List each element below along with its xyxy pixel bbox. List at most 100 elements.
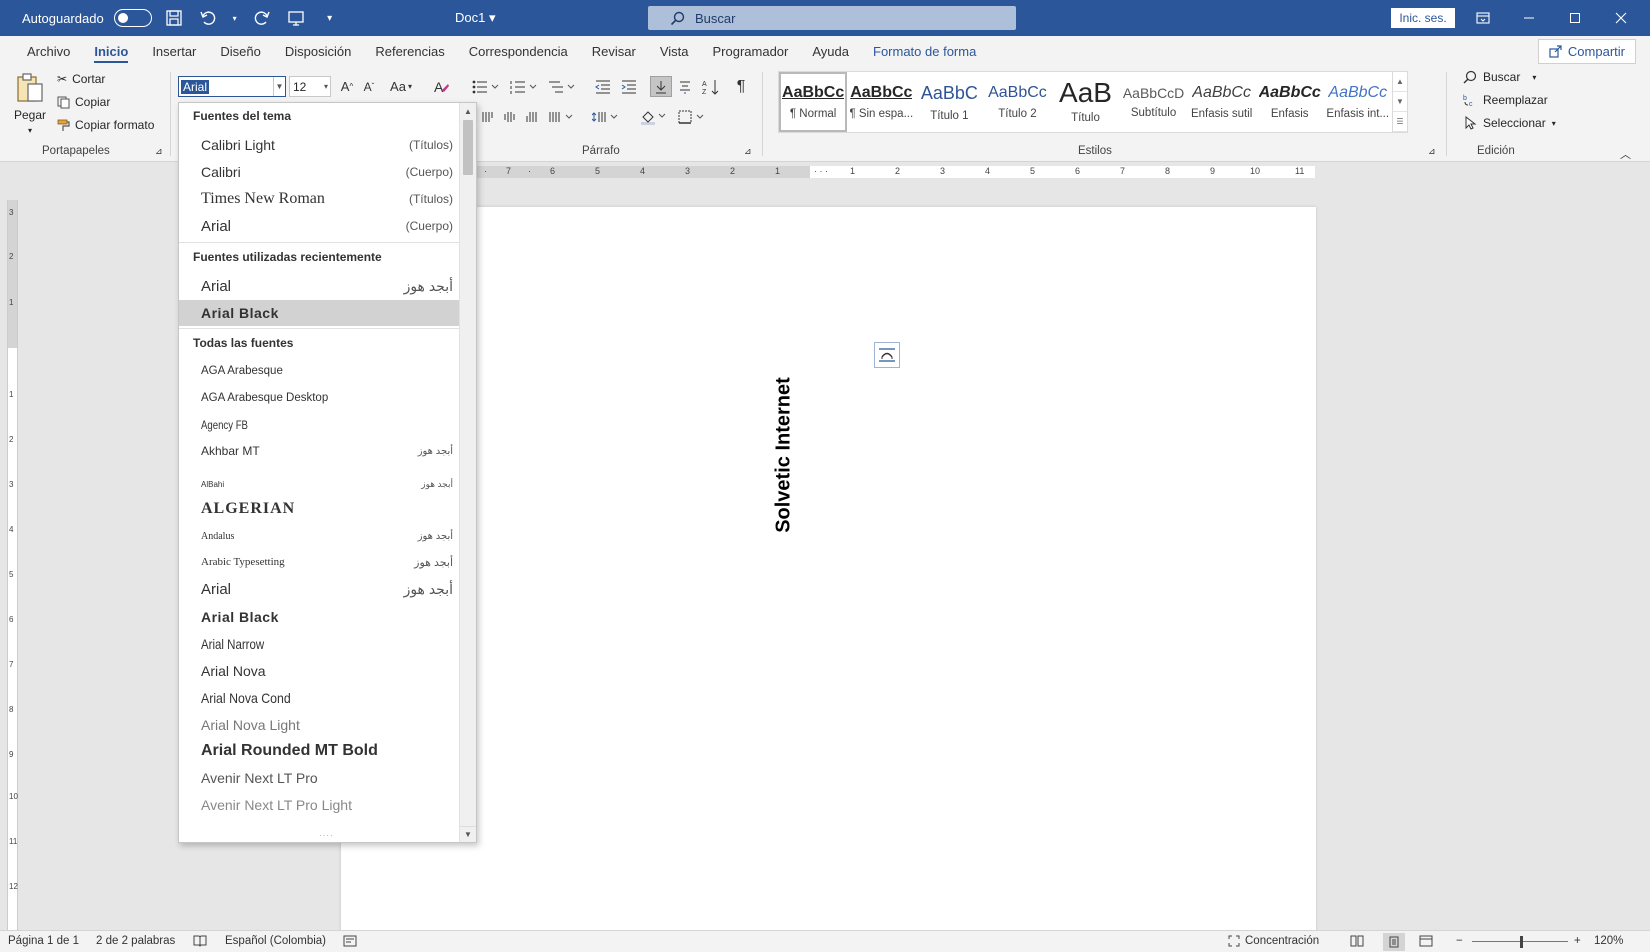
autosave-toggle[interactable]: [113, 9, 152, 27]
font-option-arial[interactable]: Arial أبجد هوز: [179, 576, 461, 602]
tab-inicio[interactable]: Inicio: [82, 36, 140, 66]
ribbon-display-icon[interactable]: [1460, 0, 1506, 36]
zoom-level[interactable]: 120%: [1594, 935, 1623, 947]
minimize-icon[interactable]: [1506, 0, 1552, 36]
font-option-andalus[interactable]: Andalus أبجد هوز: [179, 523, 461, 549]
styles-scroll-down-icon[interactable]: ▼: [1392, 92, 1407, 112]
numbering-icon[interactable]: [508, 76, 540, 97]
paragraph-marks-icon[interactable]: ¶: [730, 76, 752, 97]
font-option-calibri[interactable]: Calibri (Cuerpo): [179, 159, 461, 185]
replace-button[interactable]: bc Reemplazar: [1463, 93, 1548, 107]
proofing-icon[interactable]: [193, 935, 207, 947]
font-option-agency-fb[interactable]: Agency FB: [179, 412, 461, 438]
font-option-aga-arabesque-desktop[interactable]: AGA Arabesque Desktop: [179, 385, 461, 411]
maximize-icon[interactable]: [1552, 0, 1598, 36]
font-name-combobox[interactable]: Arial ▼: [178, 76, 286, 97]
align-center-icon[interactable]: [500, 106, 520, 127]
font-size-chevron-icon[interactable]: ▾: [324, 82, 330, 91]
horizontal-ruler[interactable]: · 7 · 654 321 · · · 1 2 345 678 9 10 11: [470, 166, 1315, 178]
format-painter-button[interactable]: Copiar formato: [57, 118, 154, 132]
accessibility-icon[interactable]: [343, 935, 357, 947]
document-page[interactable]: Solvetic Internet: [341, 207, 1316, 932]
tab-ayuda[interactable]: Ayuda: [800, 36, 861, 66]
tab-vista[interactable]: Vista: [648, 36, 701, 66]
font-option-aga-arabesque[interactable]: AGA Arabesque: [179, 358, 461, 384]
shrink-font-icon[interactable]: Aˇ: [360, 76, 378, 97]
clipboard-dialog-launcher-icon[interactable]: ⊿: [155, 146, 163, 157]
shading-icon[interactable]: [638, 106, 670, 127]
tab-diseno[interactable]: Diseño: [208, 36, 272, 66]
vertical-ruler[interactable]: 321 123 456 789 10 11 12: [7, 200, 18, 930]
font-option-avenir-next-lt-pro-light[interactable]: Avenir Next LT Pro Light: [179, 792, 461, 818]
font-option-albahi[interactable]: AlBahi أبجد هوز: [179, 471, 461, 497]
align-text-icon[interactable]: [674, 76, 696, 97]
tab-programador[interactable]: Programador: [700, 36, 800, 66]
layout-options-icon[interactable]: [874, 342, 900, 368]
tab-insertar[interactable]: Insertar: [140, 36, 208, 66]
font-option-arial-narrow[interactable]: Arial Narrow: [179, 631, 461, 657]
customize-toolbar-chevron-icon[interactable]: ▾: [318, 6, 342, 30]
zoom-slider-thumb[interactable]: [1520, 936, 1523, 948]
language-indicator[interactable]: Español (Colombia): [225, 935, 326, 947]
font-option-arabic-typesetting[interactable]: Arabic Typesetting أبجد هوز: [179, 549, 461, 575]
copy-button[interactable]: Copiar: [57, 95, 110, 109]
style-heading-1[interactable]: AaBbC Título 1: [915, 72, 983, 132]
read-mode-icon[interactable]: [1350, 935, 1364, 947]
text-direction-icon[interactable]: [650, 76, 672, 97]
style-subtle-emphasis[interactable]: AaBbCc Énfasis sutil: [1188, 72, 1256, 132]
tab-referencias[interactable]: Referencias: [363, 36, 456, 66]
resize-grip-icon[interactable]: ····: [319, 831, 334, 840]
font-option-arial-black-recent[interactable]: Arial Black: [179, 300, 461, 326]
redo-icon[interactable]: [250, 6, 274, 30]
paragraph-dialog-launcher-icon[interactable]: ⊿: [744, 146, 752, 157]
increase-indent-icon[interactable]: [618, 76, 640, 97]
tab-archivo[interactable]: Archivo: [15, 36, 82, 66]
collapse-ribbon-icon[interactable]: ︿: [1620, 146, 1631, 162]
scroll-up-icon[interactable]: ▲: [460, 103, 476, 119]
zoom-out-icon[interactable]: −: [1456, 935, 1463, 947]
signin-button[interactable]: Inic. ses.: [1391, 8, 1455, 28]
bullets-icon[interactable]: [470, 76, 502, 97]
style-title[interactable]: AaB Título: [1051, 72, 1119, 132]
scrollbar-thumb[interactable]: [463, 120, 473, 175]
style-heading-2[interactable]: AaBbCc Título 2: [983, 72, 1051, 132]
search-box[interactable]: Buscar: [648, 6, 1016, 30]
scroll-down-icon[interactable]: ▼: [460, 826, 476, 842]
tab-formato-de-forma[interactable]: Formato de forma: [861, 36, 988, 66]
share-button[interactable]: Compartir: [1537, 39, 1636, 64]
styles-dialog-launcher-icon[interactable]: ⊿: [1428, 146, 1436, 157]
multilevel-list-icon[interactable]: [546, 76, 578, 97]
font-size-combobox[interactable]: 12 ▾: [289, 76, 331, 97]
font-option-arial-recent[interactable]: Arial أبجد هوز: [179, 273, 461, 299]
font-option-arial-rounded-mt-bold[interactable]: Arial Rounded MT Bold: [179, 738, 461, 764]
vertical-text-box[interactable]: Solvetic Internet: [769, 365, 799, 545]
tab-revisar[interactable]: Revisar: [580, 36, 648, 66]
font-option-arial-nova[interactable]: Arial Nova: [179, 658, 461, 684]
cut-button[interactable]: ✂ Cortar: [57, 72, 105, 86]
font-option-calibri-light[interactable]: Calibri Light (Títulos): [179, 132, 461, 158]
styles-more-icon[interactable]: ☰: [1392, 112, 1407, 132]
sort-icon[interactable]: AZ: [700, 76, 722, 97]
focus-mode-button[interactable]: Concentración: [1228, 935, 1319, 947]
align-left-icon[interactable]: [478, 106, 498, 127]
paste-chevron-icon[interactable]: ▾: [28, 126, 32, 135]
find-button[interactable]: Buscar ▾: [1463, 70, 1536, 84]
save-icon[interactable]: [162, 6, 186, 30]
align-right-icon[interactable]: [522, 106, 542, 127]
change-case-button[interactable]: Aa ▾: [386, 76, 416, 97]
styles-scroll-up-icon[interactable]: ▲: [1392, 72, 1407, 92]
undo-dropdown-chevron-icon[interactable]: ▾: [230, 6, 240, 30]
font-option-arial-nova-light[interactable]: Arial Nova Light: [179, 712, 461, 738]
paste-button[interactable]: Pegar ▾: [12, 72, 48, 135]
borders-icon[interactable]: [676, 106, 708, 127]
style-normal[interactable]: AaBbCc ¶ Normal: [779, 72, 848, 132]
line-spacing-icon[interactable]: [590, 106, 622, 127]
style-emphasis[interactable]: AaBbCc Énfasis: [1256, 72, 1324, 132]
font-name-chevron-icon[interactable]: ▼: [273, 77, 285, 96]
word-count[interactable]: 2 de 2 palabras: [96, 935, 175, 947]
presentation-icon[interactable]: [284, 6, 308, 30]
font-option-arial-nova-cond[interactable]: Arial Nova Cond: [179, 685, 461, 711]
page-count[interactable]: Página 1 de 1: [8, 935, 79, 947]
clear-formatting-icon[interactable]: A: [430, 76, 452, 97]
font-option-algerian[interactable]: ALGERIAN: [179, 496, 461, 522]
